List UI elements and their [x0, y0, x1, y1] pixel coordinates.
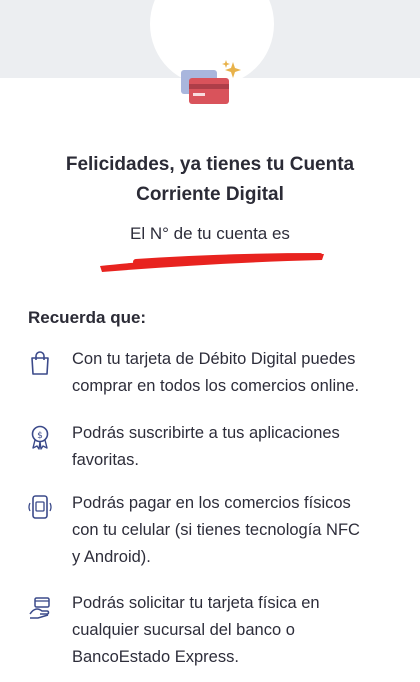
- info-text-line: Podrás solicitar tu tarjeta física en: [72, 594, 320, 612]
- page-title: Felicidades, ya tienes tu Cuenta Corrien…: [30, 150, 390, 210]
- info-text: Podrás suscribirte a tus aplicaciones fa…: [72, 420, 408, 474]
- credit-cards-sparkle-icon: [181, 60, 241, 104]
- info-text: Podrás solicitar tu tarjeta física en cu…: [72, 590, 408, 671]
- info-text-line: cualquier sucursal del banco o: [72, 621, 295, 639]
- title-line-2: Corriente Digital: [136, 184, 284, 205]
- info-text-line: favoritas.: [72, 451, 139, 469]
- account-number-redaction: [100, 253, 324, 272]
- title-line-1: Felicidades, ya tienes tu Cuenta: [65, 154, 355, 175]
- hand-card-icon: [29, 597, 50, 619]
- svg-text:$: $: [37, 431, 43, 441]
- remember-heading: Recuerda que:: [28, 308, 147, 327]
- info-text-line: Podrás suscribirte a tus aplicaciones: [72, 424, 340, 442]
- account-number-label: El N° de tu cuenta es: [130, 224, 290, 243]
- mobile-nfc-icon: [28, 495, 52, 519]
- info-text: Con tu tarjeta de Débito Digital puedes …: [72, 346, 408, 400]
- info-text-line: Podrás pagar en los comercios físicos: [72, 494, 351, 512]
- info-text-line: BancoEstado Express.: [72, 648, 239, 666]
- award-badge-icon: $: [31, 425, 49, 450]
- info-text: Podrás pagar en los comercios físicos co…: [72, 490, 408, 571]
- info-text-line: Con tu tarjeta de Débito Digital puedes: [72, 350, 356, 368]
- info-text-line: comprar en todos los comercios online.: [72, 377, 360, 395]
- shopping-bag-icon: [31, 351, 49, 375]
- info-text-line: con tu celular (si tienes tecnología NFC: [72, 521, 360, 539]
- info-text-line: y Android).: [72, 548, 151, 566]
